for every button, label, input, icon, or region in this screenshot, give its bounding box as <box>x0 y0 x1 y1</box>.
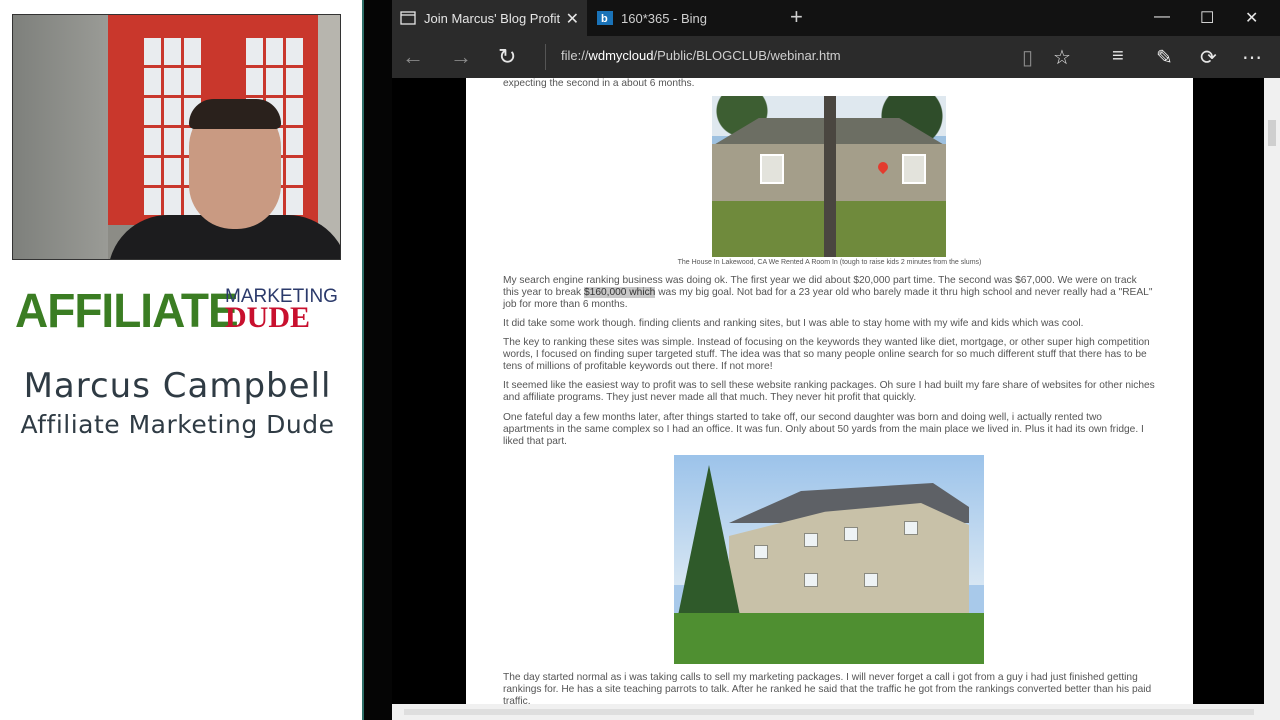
page-icon <box>400 11 416 25</box>
presenter-title: Affiliate Marketing Dude <box>20 410 335 439</box>
intro-line: expecting the second in a about 6 months… <box>503 78 695 89</box>
more-icon[interactable]: ⋯ <box>1242 45 1262 70</box>
address-separator <box>545 44 546 70</box>
share-icon[interactable]: ⟳ <box>1200 45 1217 70</box>
webinar-page: expecting the second in a about 6 months… <box>466 78 1193 704</box>
paragraph-1: My search engine ranking business was do… <box>503 275 1153 310</box>
favorite-star-icon[interactable]: ☆ <box>1053 45 1071 70</box>
lakewood-house-photo <box>712 96 946 257</box>
address-bar[interactable]: file://wdmycloud/Public/BLOGCLUB/webinar… <box>561 48 841 63</box>
paragraph-4: It seemed like the easiest way to profit… <box>503 380 1155 403</box>
reading-view-icon[interactable]: ▯ <box>1022 45 1033 70</box>
forward-icon[interactable]: → <box>450 44 472 70</box>
tab-label: 160*365 - Bing <box>621 10 708 26</box>
paragraph-6: The day started normal as i was taking c… <box>503 672 1152 704</box>
horizontal-scrollbar[interactable] <box>392 704 1280 720</box>
page-viewport: expecting the second in a about 6 months… <box>392 78 1264 704</box>
close-tab-icon[interactable]: ✕ <box>566 9 579 29</box>
close-window-icon[interactable]: ✕ <box>1245 8 1258 28</box>
minimize-icon[interactable]: — <box>1154 8 1170 26</box>
vertical-scrollbar[interactable] <box>1264 78 1280 704</box>
tab-bar: Join Marcus' Blog Profit ✕ b 160*365 - B… <box>392 0 1280 36</box>
tab-blog-profit[interactable]: Join Marcus' Blog Profit ✕ <box>392 0 587 36</box>
maximize-icon[interactable]: ☐ <box>1200 8 1214 28</box>
svg-text:b: b <box>601 13 608 25</box>
paragraph-2: It did take some work though. finding cl… <box>503 318 1084 329</box>
navigation-toolbar: ← → ↻ file://wdmycloud/Public/BLOGCLUB/w… <box>392 36 1280 78</box>
divider <box>362 0 392 720</box>
webcam-video <box>12 14 341 260</box>
new-tab-icon[interactable]: + <box>790 4 803 30</box>
affiliate-marketing-dude-logo: AFFILIATE MARKETING DUDE <box>15 282 338 338</box>
browser-window: Join Marcus' Blog Profit ✕ b 160*365 - B… <box>392 0 1280 720</box>
presenter-panel: AFFILIATE MARKETING DUDE Marcus Campbell… <box>0 0 362 720</box>
hub-icon[interactable]: ≡ <box>1112 45 1124 68</box>
refresh-icon[interactable]: ↻ <box>498 44 516 70</box>
scroll-thumb[interactable] <box>404 709 1254 715</box>
tab-label: Join Marcus' Blog Profit <box>424 10 561 26</box>
paragraph-3: The key to ranking these sites was simpl… <box>503 337 1150 372</box>
paragraph-5: One fateful day a few months later, afte… <box>503 412 1144 447</box>
tab-bing[interactable]: b 160*365 - Bing <box>587 0 787 36</box>
scroll-thumb[interactable] <box>1268 120 1276 146</box>
presenter-name: Marcus Campbell <box>23 366 332 406</box>
highlighted-text: $160,000 which <box>583 287 656 298</box>
apartment-photo <box>674 455 984 664</box>
bing-icon: b <box>597 11 613 25</box>
back-icon[interactable]: ← <box>402 44 424 70</box>
web-note-icon[interactable]: ✎ <box>1156 45 1173 70</box>
house-caption: The House In Lakewood, CA We Rented A Ro… <box>677 259 982 266</box>
